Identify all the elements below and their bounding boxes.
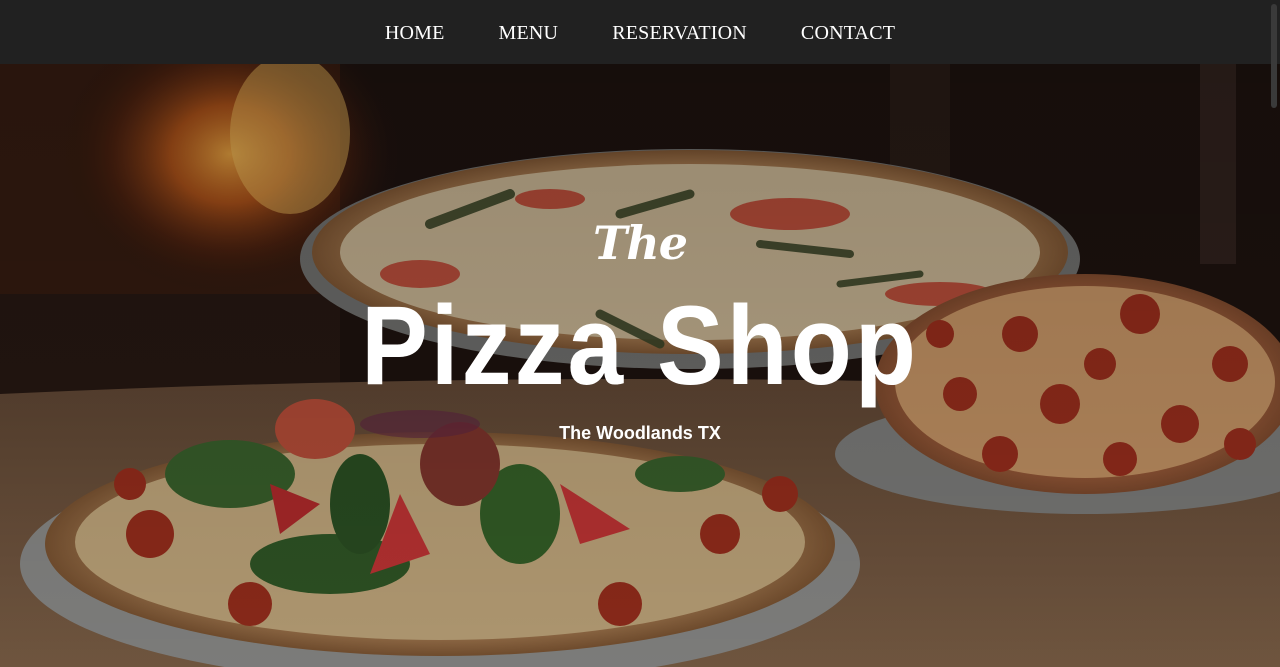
nav-menu-link[interactable]: MENU bbox=[499, 21, 559, 43]
nav-menu: HOME MENU RESERVATION CONTACT bbox=[0, 0, 1280, 64]
hero-subtitle: The Woodlands TX bbox=[559, 423, 721, 443]
nav-contact-link[interactable]: CONTACT bbox=[801, 21, 895, 43]
hero-kicker: The bbox=[593, 216, 688, 270]
hero-section: The Pizza Shop The Woodlands TX bbox=[0, 64, 1280, 667]
page-scrollbar[interactable] bbox=[1271, 4, 1277, 108]
nav-reservation-link[interactable]: RESERVATION bbox=[612, 21, 747, 43]
hero-text-block: The Pizza Shop The Woodlands TX bbox=[0, 64, 1280, 667]
hero-title: Pizza Shop bbox=[361, 283, 919, 409]
page: HOME MENU RESERVATION CONTACT The Pizza … bbox=[0, 0, 1280, 667]
nav-home-link[interactable]: HOME bbox=[385, 21, 445, 43]
top-navbar: HOME MENU RESERVATION CONTACT bbox=[0, 0, 1280, 64]
